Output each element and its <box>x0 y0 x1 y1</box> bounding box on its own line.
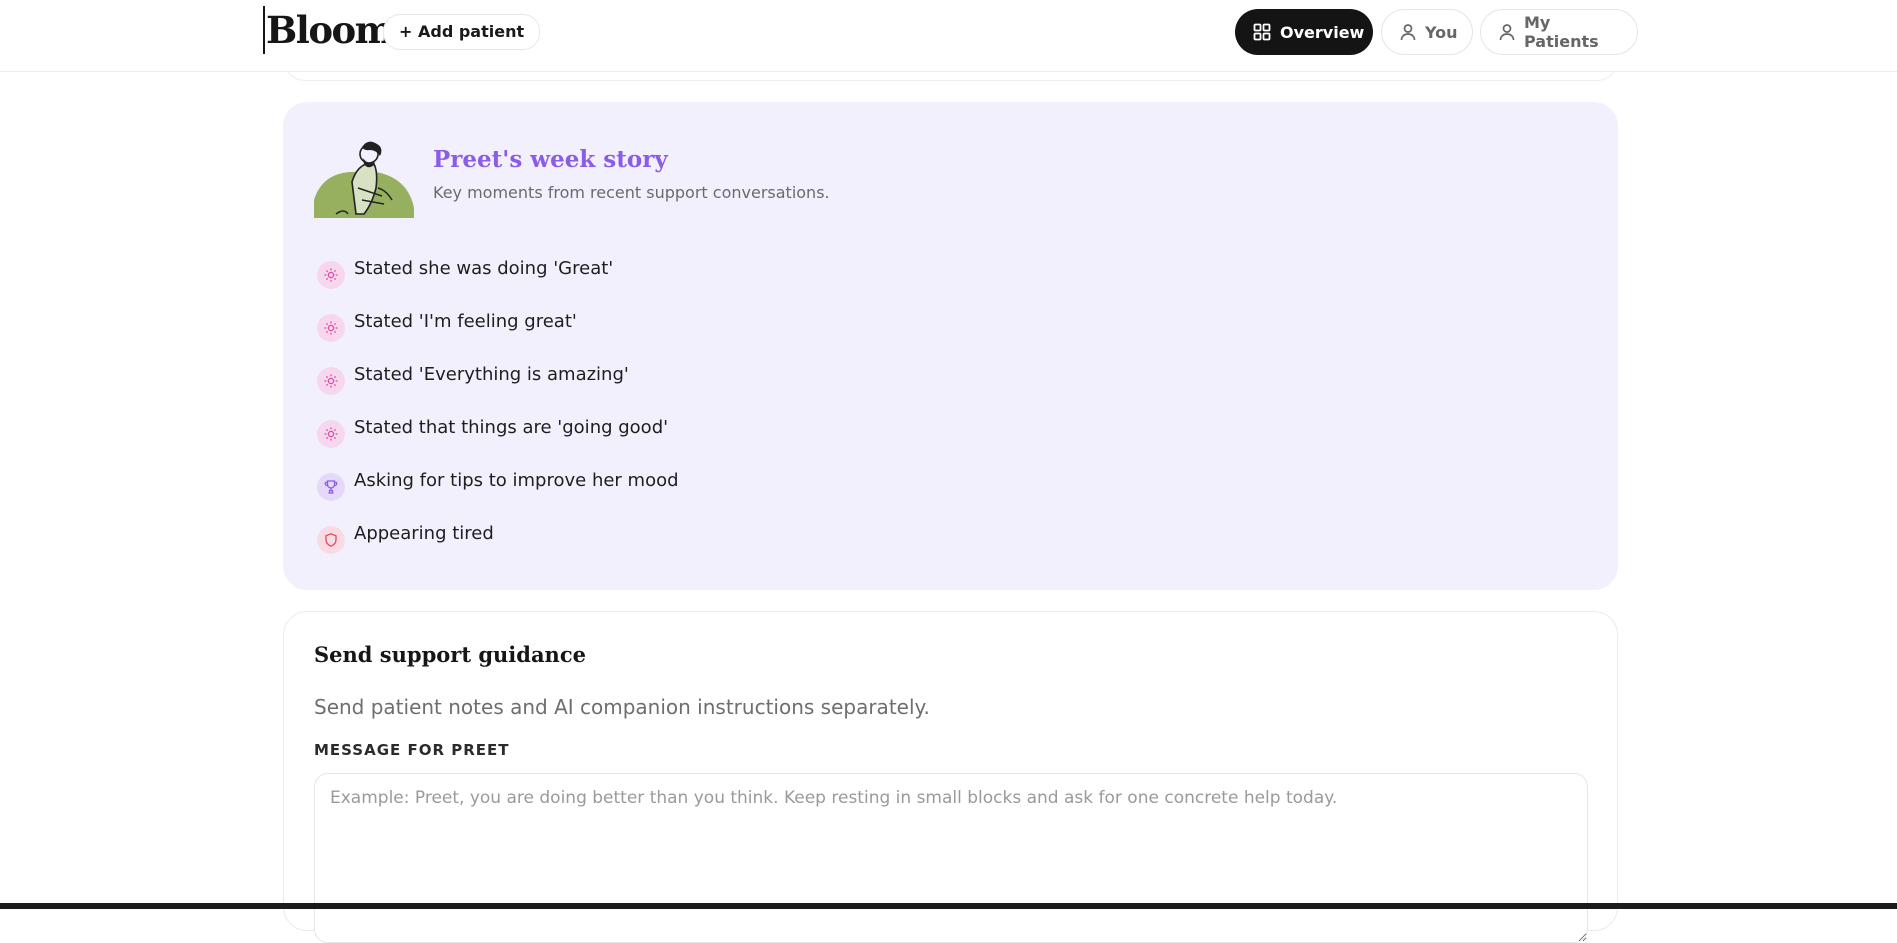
story-item-text: Appearing tired <box>354 523 494 544</box>
story-item-text: Stated 'I'm feeling great' <box>354 311 577 332</box>
sun-icon <box>317 261 345 289</box>
sun-icon <box>317 420 345 448</box>
user-icon <box>1499 23 1515 41</box>
user-icon <box>1400 23 1416 41</box>
list-item: Appearing tired <box>317 521 679 574</box>
guidance-subtitle: Send patient notes and AI companion inst… <box>314 695 930 719</box>
add-patient-button[interactable]: + Add patient <box>383 14 541 50</box>
list-item: Asking for tips to improve her mood <box>317 468 679 521</box>
bottom-edge-bar <box>0 903 1897 909</box>
week-story-card: Preet's week story Key moments from rece… <box>283 102 1618 590</box>
nav-my-patients-button[interactable]: My Patients <box>1480 9 1638 55</box>
story-moments-list: Stated she was doing 'Great' Stated 'I'm… <box>317 256 679 574</box>
story-item-text: Asking for tips to improve her mood <box>354 470 679 491</box>
trophy-icon <box>317 473 345 501</box>
nav-my-patients-label: My Patients <box>1524 13 1599 51</box>
sun-icon <box>317 314 345 342</box>
list-item: Stated that things are 'going good' <box>317 415 679 468</box>
list-item: Stated 'Everything is amazing' <box>317 362 679 415</box>
list-item: Stated 'I'm feeling great' <box>317 309 679 362</box>
grid-icon <box>1253 23 1271 41</box>
shield-icon <box>317 526 345 554</box>
story-item-text: Stated 'Everything is amazing' <box>354 364 629 385</box>
sun-icon <box>317 367 345 395</box>
nav-you-button[interactable]: You <box>1381 9 1473 55</box>
story-item-text: Stated she was doing 'Great' <box>354 258 614 279</box>
story-title: Preet's week story <box>433 146 668 173</box>
message-field-label: MESSAGE FOR PREET <box>314 741 510 759</box>
list-item: Stated she was doing 'Great' <box>317 256 679 309</box>
guidance-title: Send support guidance <box>314 642 586 667</box>
nav-overview-label: Overview <box>1280 22 1365 42</box>
person-illustration <box>314 138 414 218</box>
support-guidance-card: Send support guidance Send patient notes… <box>283 611 1618 943</box>
story-item-text: Stated that things are 'going good' <box>354 417 669 438</box>
message-for-patient-textarea[interactable] <box>314 773 1588 943</box>
nav-you-label: You <box>1425 22 1458 42</box>
story-subtitle: Key moments from recent support conversa… <box>433 183 830 202</box>
brand-logo[interactable]: Bloom <box>263 6 394 54</box>
top-nav-bar: Bloom + Add patient Overview You My Pati… <box>0 0 1897 72</box>
nav-overview-button[interactable]: Overview <box>1235 9 1373 55</box>
